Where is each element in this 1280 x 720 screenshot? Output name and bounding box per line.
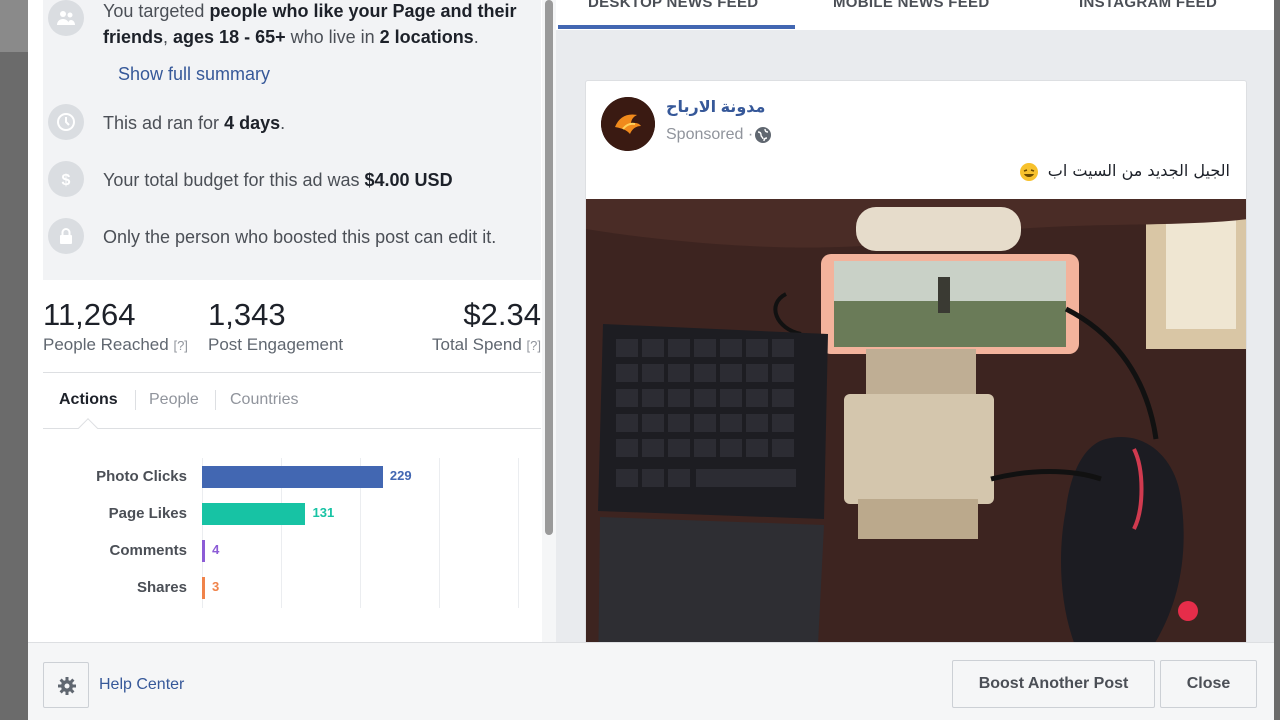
ad-summary: You targeted people who like your Page a… bbox=[43, 0, 541, 280]
duration-text: This ad ran for 4 days. bbox=[103, 113, 286, 133]
tab-mobile-news-feed[interactable]: MOBILE NEWS FEED bbox=[833, 0, 989, 11]
breakdown-tabs: Actions People Countries bbox=[43, 386, 541, 428]
tab-separator bbox=[135, 390, 136, 410]
settings-button[interactable] bbox=[43, 662, 89, 708]
placement-tabs: DESKTOP NEWS FEED MOBILE NEWS FEED INSTA… bbox=[556, 0, 1274, 30]
post-photo-keyboard-mouse-setup[interactable] bbox=[586, 199, 1247, 642]
bar-value-label: 229 bbox=[389, 468, 412, 483]
lock-icon bbox=[48, 218, 84, 254]
people-reached-label: People Reached bbox=[43, 335, 169, 354]
bar[interactable] bbox=[202, 540, 206, 562]
dollar-icon: $ bbox=[48, 161, 84, 197]
dialog-footer: Help Center Boost Another Post Close bbox=[28, 642, 1274, 720]
bar-label: Photo Clicks bbox=[96, 468, 187, 485]
ad-preview-panel: DESKTOP NEWS FEED MOBILE NEWS FEED INSTA… bbox=[556, 0, 1274, 642]
page-name-link[interactable]: مدونة الارباح bbox=[666, 97, 765, 117]
help-center-link[interactable]: Help Center bbox=[99, 676, 184, 694]
tab-people[interactable]: People bbox=[149, 386, 199, 414]
svg-text:$: $ bbox=[62, 172, 71, 189]
actions-bar-chart: Photo Clicks 229 Page Likes 131 Comments 4 Sha… bbox=[43, 440, 541, 620]
people-reached-stat: 11,264 People Reached [?] bbox=[43, 296, 188, 357]
tab-countries[interactable]: Countries bbox=[230, 386, 298, 414]
tab-actions[interactable]: Actions bbox=[59, 386, 118, 414]
show-full-summary-link[interactable]: Show full summary bbox=[118, 64, 270, 85]
bar[interactable] bbox=[202, 503, 306, 525]
post-preview-card: مدونة الارباح Sponsored · الجيل الجديد م… bbox=[585, 80, 1247, 642]
scrollbar-thumb[interactable] bbox=[545, 0, 553, 535]
bar[interactable] bbox=[202, 577, 205, 599]
stats-row: 11,264 People Reached [?] 1,343 Post Eng… bbox=[43, 296, 541, 360]
edit-note-text: Only the person who boosted this post ca… bbox=[103, 227, 497, 247]
budget-text: Your total budget for this ad was $4.00 … bbox=[103, 170, 453, 190]
chart-gridline bbox=[518, 458, 519, 608]
audience-text: You targeted people who like your Page a… bbox=[103, 1, 517, 47]
laughing-emoji-icon bbox=[1019, 162, 1038, 181]
globe-icon bbox=[755, 127, 771, 143]
bar-label: Page Likes bbox=[108, 505, 187, 522]
boosted-post-results-dialog: You targeted people who like your Page a… bbox=[28, 0, 1274, 720]
bar-value-label: 3 bbox=[212, 579, 220, 594]
gear-icon bbox=[58, 677, 76, 695]
divider bbox=[43, 372, 541, 373]
close-button[interactable]: Close bbox=[1160, 660, 1257, 708]
bar-value-label: 131 bbox=[312, 505, 335, 520]
help-icon[interactable]: [?] bbox=[173, 338, 187, 353]
divider bbox=[43, 428, 541, 429]
bar-value-label: 4 bbox=[212, 542, 220, 557]
bar[interactable] bbox=[202, 466, 383, 488]
total-spend-stat: $2.34 Total Spend [?] bbox=[432, 296, 541, 357]
backdrop-right bbox=[1274, 0, 1280, 720]
active-tab-underline bbox=[558, 25, 795, 29]
backdrop-left bbox=[0, 0, 28, 720]
total-spend-value: $2.34 bbox=[463, 297, 541, 332]
total-spend-label: Total Spend bbox=[432, 335, 522, 354]
bar-label: Comments bbox=[109, 542, 187, 559]
bar-label: Shares bbox=[136, 579, 187, 596]
people-icon bbox=[48, 0, 84, 36]
post-engagement-value: 1,343 bbox=[208, 297, 286, 332]
post-engagement-label: Post Engagement bbox=[208, 335, 344, 354]
chart-gridline bbox=[439, 458, 440, 608]
boost-another-post-button[interactable]: Boost Another Post bbox=[952, 660, 1155, 708]
post-text: الجيل الجديد من السيت اب bbox=[1019, 161, 1230, 182]
tab-separator bbox=[215, 390, 216, 410]
page-avatar[interactable] bbox=[601, 97, 655, 151]
people-reached-value: 11,264 bbox=[43, 297, 136, 332]
sponsored-label: Sponsored · bbox=[666, 126, 754, 143]
help-icon[interactable]: [?] bbox=[527, 338, 541, 353]
clock-icon bbox=[48, 104, 84, 140]
post-engagement-stat: 1,343 Post Engagement bbox=[208, 296, 343, 356]
tab-desktop-news-feed[interactable]: DESKTOP NEWS FEED bbox=[588, 0, 758, 11]
results-panel: You targeted people who like your Page a… bbox=[28, 0, 556, 642]
tab-instagram-feed[interactable]: INSTAGRAM FEED bbox=[1079, 0, 1217, 11]
